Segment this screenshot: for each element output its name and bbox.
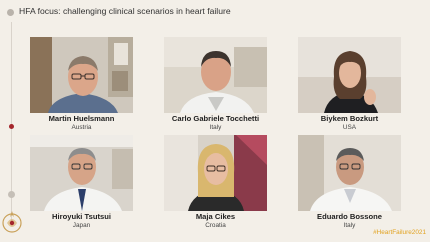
timeline-marker-icon [9, 124, 14, 129]
video-tile-hiroyuki-tsutsui[interactable] [30, 135, 133, 211]
video-tile-carlo-gabriele-tocchetti[interactable] [164, 37, 267, 113]
participant-name: Martin Huelsmann [48, 114, 115, 123]
participant-caption: Martin Huelsmann Austria [30, 114, 133, 131]
participant-caption: Biykem Bozkurt USA [298, 114, 401, 131]
participant-name: Eduardo Bossone [317, 212, 382, 221]
timeline-end-icon [8, 191, 15, 198]
society-emblem-icon [2, 211, 22, 233]
video-tile-biykem-bozkurt[interactable] [298, 37, 401, 113]
participant-caption: Maja Cikes Croatia [164, 212, 267, 229]
video-tile-maja-cikes[interactable] [164, 135, 267, 211]
participant-name: Carlo Gabriele Tocchetti [171, 114, 260, 123]
participant-caption: Hiroyuki Tsutsui Japan [30, 212, 133, 229]
participant-country: Italy [209, 124, 222, 131]
participant-country: Japan [72, 222, 91, 229]
participant-country: Croatia [205, 222, 226, 229]
video-tile-eduardo-bossone[interactable] [298, 135, 401, 211]
participant-name: Hiroyuki Tsutsui [52, 212, 111, 221]
video-tile-martin-huelsmann[interactable] [30, 37, 133, 113]
participant-name: Biykem Bozkurt [320, 114, 379, 123]
event-hashtag: #HeartFailure2021 [373, 229, 426, 236]
participant-caption: Carlo Gabriele Tocchetti Italy [164, 114, 267, 131]
participant-country: Austria [71, 124, 92, 131]
participant-country: USA [342, 124, 357, 131]
participant-caption: Eduardo Bossone Italy [298, 212, 401, 229]
participant-country: Italy [343, 222, 356, 229]
session-title: HFA focus: challenging clinical scenario… [19, 6, 231, 16]
title-bullet-icon [7, 9, 14, 16]
participant-name: Maja Cikes [195, 212, 236, 221]
